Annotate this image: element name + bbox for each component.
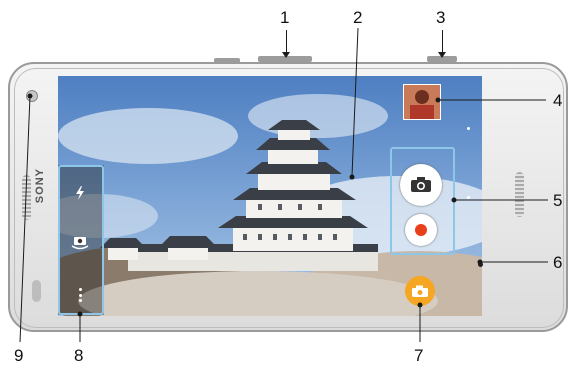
callout-4: 4 xyxy=(553,91,563,110)
callout-lines xyxy=(19,27,548,343)
callout-5: 5 xyxy=(553,191,563,210)
callout-3: 3 xyxy=(436,8,446,27)
callout-1: 1 xyxy=(280,8,290,27)
callout-9: 9 xyxy=(14,346,24,365)
callout-2: 2 xyxy=(353,8,363,27)
callout-6: 6 xyxy=(553,253,563,272)
callout-7: 7 xyxy=(414,346,424,365)
callout-8: 8 xyxy=(74,346,84,365)
